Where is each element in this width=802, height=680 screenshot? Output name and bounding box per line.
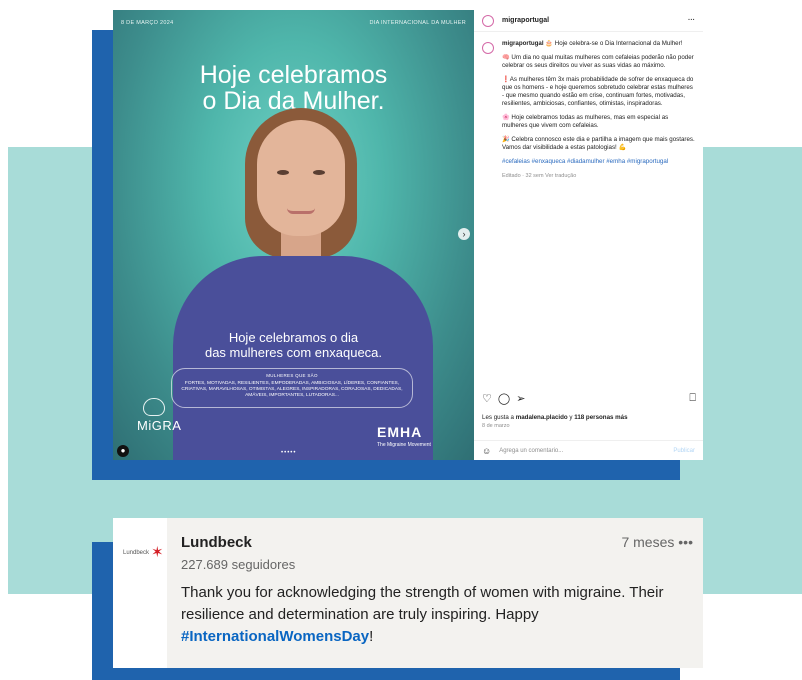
header-username[interactable]: migraportugal xyxy=(502,17,549,24)
migra-logo: MiGRA xyxy=(137,398,182,433)
heart-icon[interactable]: ♡ xyxy=(482,392,492,405)
comment-bubble: Lundbeck 227.689 seguidores 7 meses ••• … xyxy=(167,518,703,668)
emoji-icon[interactable]: ☺ xyxy=(482,446,491,456)
comment-bar: ☺ Agrega un comentario... Publicar xyxy=(474,440,703,460)
brain-icon xyxy=(143,398,165,416)
image-subhead: Hoje celebramos o dia das mulheres com e… xyxy=(113,330,474,360)
likes-others[interactable]: 118 personas más xyxy=(574,414,627,421)
caption-intro: 🎂 Hoje celebra-se o Dia Internacional da… xyxy=(545,40,683,47)
caption-hashtags[interactable]: #cefaleias #enxaqueca #diadamulher #emha… xyxy=(502,158,695,166)
post-caption: migraportugal 🎂 Hoje celebra-se o Dia In… xyxy=(474,32,703,186)
caption-paragraph-4: 🎉 Celebra connosco este dia e partilha a… xyxy=(502,136,695,151)
comment-author[interactable]: Lundbeck xyxy=(181,534,691,551)
portrait-eye-right xyxy=(313,170,325,175)
send-icon[interactable]: ➢ xyxy=(516,392,525,405)
migra-logo-text: MiGRA xyxy=(137,418,182,433)
tagged-user-icon[interactable]: ● xyxy=(117,445,129,457)
caption-paragraph-2: ❗As mulheres têm 3x mais probabilidade d… xyxy=(502,76,694,107)
carousel-dots: ••••• xyxy=(281,450,297,456)
caption-avatar[interactable] xyxy=(482,42,494,54)
likes-prefix: Les gusta a xyxy=(482,414,514,421)
caption-paragraph-3: 🌸 Hoje celebramos todas as mulheres, mas… xyxy=(502,114,669,129)
likes-summary: Les gusta a madalena.placido y 118 perso… xyxy=(482,414,628,429)
star-icon: ✶ xyxy=(151,544,164,561)
image-headline: Hoje celebramos o Dia da Mulher. xyxy=(113,62,474,114)
portrait-face xyxy=(257,120,345,236)
likes-middle: y xyxy=(569,414,573,421)
collage-canvas: 8 DE MARÇO 2024 DIA INTERNACIONAL DA MUL… xyxy=(0,0,802,680)
qualities-pill: MULHERES QUE SÃO FORTES, MOTIVADAS, RESI… xyxy=(171,368,413,408)
more-horizontal-icon[interactable]: ··· xyxy=(688,17,695,24)
subhead-line-2: das mulheres com enxaqueca. xyxy=(204,345,383,360)
carousel-next-icon[interactable]: › xyxy=(458,228,470,240)
pill-words: FORTES, MOTIVADAS, RESILIENTES, EMPODERA… xyxy=(181,381,403,398)
comment-time: 7 meses ••• xyxy=(621,534,693,550)
comment-hashtag[interactable]: #InternationalWomensDay xyxy=(181,628,369,645)
linkedin-comment-card: Lundbeck ✶ Lundbeck 227.689 seguidores 7 … xyxy=(113,518,703,668)
caption-paragraph-1: 🧠 Um dia no qual muitas mulheres com cef… xyxy=(502,54,694,69)
headline-line-1: Hoje celebramos xyxy=(199,61,388,89)
comment-text: Thank you for acknowledging the strength… xyxy=(181,582,691,648)
post-date: 8 de marzo xyxy=(482,423,510,429)
likes-user[interactable]: madalena.placido xyxy=(516,414,568,421)
comment-body: Thank you for acknowledging the strength… xyxy=(181,584,664,623)
instagram-post-card: 8 DE MARÇO 2024 DIA INTERNACIONAL DA MUL… xyxy=(113,10,703,460)
post-side-panel: migraportugal ··· migraportugal 🎂 Hoje c… xyxy=(474,10,703,460)
post-actions: ♡ ◯ ➢ ⎕ xyxy=(482,392,696,405)
comment-input[interactable]: Agrega un comentario... xyxy=(499,448,563,454)
portrait-mouth xyxy=(287,208,315,214)
emha-logo: EMHA xyxy=(377,424,423,440)
portrait-eye-left xyxy=(277,170,289,175)
post-header: migraportugal ··· xyxy=(474,10,703,32)
comment-time-label: 7 meses xyxy=(621,534,675,550)
comment-suffix: ! xyxy=(369,628,374,645)
bookmark-icon[interactable]: ⎕ xyxy=(689,392,696,405)
image-event-label: DIA INTERNACIONAL DA MULHER xyxy=(369,20,466,26)
post-comment-button[interactable]: Publicar xyxy=(673,448,695,454)
lundbeck-logo[interactable]: Lundbeck ✶ xyxy=(123,540,164,561)
pill-title: MULHERES QUE SÃO xyxy=(266,373,318,378)
author-followers: 227.689 seguidores xyxy=(181,557,296,572)
lundbeck-logo-text: Lundbeck xyxy=(123,550,150,556)
caption-username[interactable]: migraportugal xyxy=(502,40,544,47)
subhead-line-1: Hoje celebramos o dia xyxy=(228,330,359,345)
emha-logo-subtitle: The Migraine Movement xyxy=(377,442,431,448)
post-image: 8 DE MARÇO 2024 DIA INTERNACIONAL DA MUL… xyxy=(113,10,474,460)
more-options-icon[interactable]: ••• xyxy=(678,534,693,550)
image-date-label: 8 DE MARÇO 2024 xyxy=(121,20,174,26)
comment-icon[interactable]: ◯ xyxy=(498,392,510,405)
profile-avatar[interactable] xyxy=(482,14,494,27)
caption-meta[interactable]: Editado · 32 sem Ver tradução xyxy=(502,172,695,180)
